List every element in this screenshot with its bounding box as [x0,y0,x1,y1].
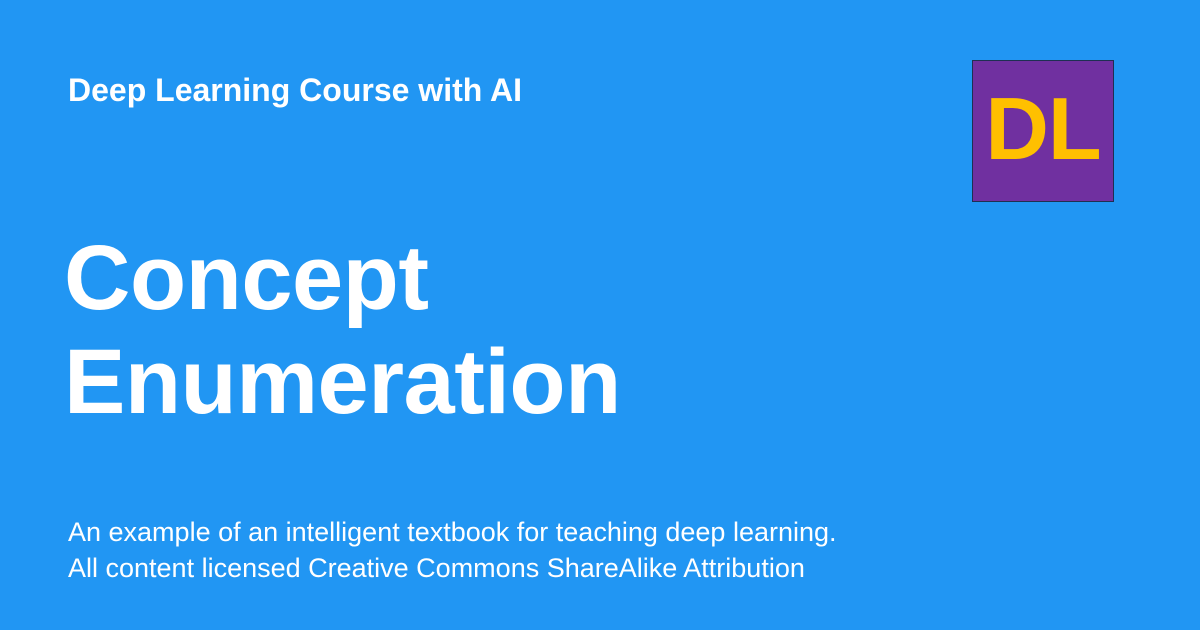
course-logo: DL [972,60,1114,202]
logo-text: DL [985,79,1101,178]
page-title: Concept Enumeration [64,226,884,434]
description-line-1: An example of an intelligent textbook fo… [68,517,837,547]
course-name: Deep Learning Course with AI [68,72,522,108]
description-line-2: All content licensed Creative Commons Sh… [68,553,805,583]
page-title-line-2: Enumeration [64,330,621,433]
course-description: An example of an intelligent textbook fo… [68,514,968,586]
page-title-line-1: Concept [64,226,429,329]
social-card: Deep Learning Course with AI Concept Enu… [0,0,1200,630]
